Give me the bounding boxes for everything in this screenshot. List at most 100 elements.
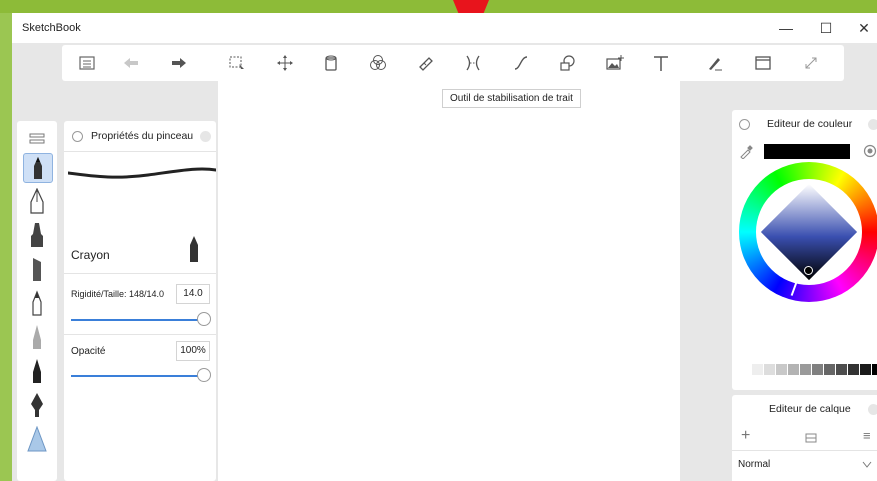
color-panel-toggle[interactable] [868,119,877,130]
swatch[interactable] [836,364,847,375]
text-tool-button[interactable] [648,51,674,75]
size-slider-track[interactable] [71,319,203,321]
divider [64,273,216,274]
fullscreen-button[interactable] [798,51,824,75]
undo-button[interactable] [118,51,144,75]
stroke-stabilizer-button[interactable] [460,51,486,75]
text-t-icon [654,56,668,71]
layer-icon[interactable] [805,431,817,443]
swatch[interactable] [752,364,763,375]
title-bar: SketchBook — ☐ ✕ [12,13,877,43]
swatch[interactable] [860,364,871,375]
ruler-tool-button[interactable] [413,51,439,75]
color-wheel[interactable] [739,162,877,302]
swatch[interactable] [788,364,799,375]
color-picker-handle[interactable] [804,266,813,275]
layer-editor-panel: Editeur de calque + ≡ Normal [732,395,877,481]
transform-tool-button[interactable] [272,51,298,75]
swatch[interactable] [800,364,811,375]
color-history-icon[interactable] [863,144,877,158]
gallery-button[interactable] [74,51,100,75]
color-mix-button[interactable] [365,51,391,75]
chevron-down-icon[interactable] [862,461,872,469]
fill-tool-button[interactable] [318,51,344,75]
minimize-button[interactable]: — [772,19,800,37]
brush-smudge[interactable] [23,425,51,453]
drawing-canvas[interactable] [218,81,680,481]
chisel-marker-icon [33,258,41,281]
stabilizer-icon [466,55,480,71]
bucket-icon [325,55,337,71]
ink-pen-icon [33,359,41,383]
pencil-icon [34,157,42,179]
brush-marker[interactable] [23,221,51,249]
opacity-slider-knob[interactable] [197,368,211,382]
divider [64,334,216,335]
blend-mode-select[interactable]: Normal [738,459,770,470]
ui-toggle-button[interactable] [750,51,776,75]
pencil-brush-icon [190,236,198,262]
tooltip: Outil de stabilisation de trait [442,89,581,108]
size-value-input[interactable]: 14.0 [176,284,210,304]
move-arrows-icon [277,55,293,71]
panel-pin-icon[interactable] [72,131,83,142]
swatch[interactable] [776,364,787,375]
add-image-button[interactable] [602,51,628,75]
brush-palette-menu-button[interactable] [23,125,51,153]
felt-pen-icon [32,290,42,316]
brush-felt-pen[interactable] [23,289,51,317]
current-color-swatch[interactable] [764,144,850,159]
brush-panel-toggle[interactable] [200,131,211,142]
grid-menu-icon [29,133,45,144]
workspace: Outil de stabilisation de trait Propriét… [12,43,877,481]
selection-icon [229,56,244,69]
color-panel-title: Editeur de couleur [767,118,853,130]
opacity-slider-track[interactable] [71,375,203,377]
brush-chisel-marker[interactable] [23,255,51,283]
curve-tool-button[interactable] [508,51,534,75]
selection-tool-button[interactable] [224,51,250,75]
layer-menu-icon[interactable]: ≡ [863,428,871,443]
image-add-icon [606,55,624,70]
window-icon [755,56,771,70]
brush-ink-pen[interactable] [23,357,51,385]
brush-technical-pen[interactable] [23,187,51,215]
opacity-value-input[interactable]: 100% [176,341,210,361]
layer-panel-title: Editeur de calque [769,403,851,415]
color-editor-panel: Editeur de couleur [732,110,877,409]
list-icon [79,56,95,70]
marker-icon [31,223,43,247]
brush-library-button[interactable] [702,51,728,75]
main-toolbar [62,45,844,81]
shape-tool-button[interactable] [554,51,580,75]
maximize-button[interactable]: ☐ [812,19,840,37]
shapes-icon [560,55,575,71]
brush-name: Crayon [71,248,110,262]
swatch[interactable] [848,364,859,375]
layer-panel-toggle[interactable] [868,404,877,415]
divider [64,151,216,152]
swatch[interactable] [812,364,823,375]
fountain-pen-icon [31,393,43,417]
brush-pencil[interactable] [23,153,53,183]
swatch[interactable] [824,364,835,375]
redo-button[interactable] [166,51,192,75]
eyedropper-icon[interactable] [739,145,753,159]
smudge-icon [27,426,47,452]
swatch[interactable] [764,364,775,375]
brush-panel-title: Propriétés du pinceau [91,130,194,142]
swatch[interactable] [872,364,877,375]
undo-arrow-icon [124,58,138,68]
close-button[interactable]: ✕ [850,19,877,37]
overlapping-circles-icon [370,55,386,70]
redo-arrow-icon [172,58,186,68]
hue-marker[interactable] [790,282,798,296]
brush-airbrush[interactable] [23,323,51,351]
brush-fountain-pen[interactable] [23,391,51,419]
add-layer-icon[interactable]: + [741,427,750,445]
fine-pen-icon [33,325,41,349]
panel-pin-icon[interactable] [739,119,750,130]
app-window: SketchBook — ☐ ✕ Outil de stabilisation … [12,13,877,481]
size-slider-knob[interactable] [197,312,211,326]
desktop-background-left [0,13,12,481]
